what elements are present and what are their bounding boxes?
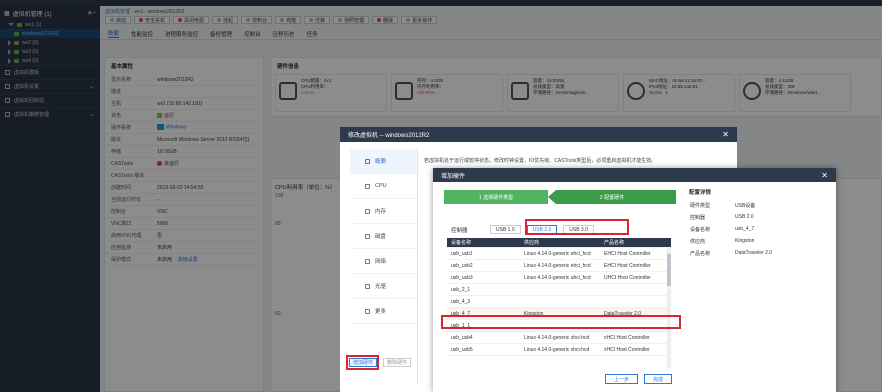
detail-row: 设备名称 usb_4_7 xyxy=(690,226,755,233)
edit-vm-nav: 概要 CPU 内存 磁盘 网络 光驱 更多 xyxy=(350,149,418,385)
table-row[interactable]: usb_usb3 Linux 4.14.0-generic uhci_hcd UHC… xyxy=(447,272,671,284)
prev-button[interactable]: 上一步 xyxy=(605,374,639,384)
nav-summary[interactable]: 概要 xyxy=(350,149,417,174)
dialog-title: 增加硬件 xyxy=(441,173,466,180)
step-select-type[interactable]: 1 选择硬件类型 xyxy=(444,190,548,204)
table-row[interactable]: usb_usb5 Linux 4.14.0-generic xhci-hcd xHC… xyxy=(447,344,671,356)
dialog-header: 修改虚拟机 -- windows2012R2 ✕ xyxy=(340,127,737,142)
table-header: 设备名称 供应商 产品名称 xyxy=(447,238,671,248)
detail-row: 控制器 USB 2.0 xyxy=(690,214,754,221)
dialog-header: 增加硬件 ✕ xyxy=(433,168,836,182)
summary-icon xyxy=(365,158,370,164)
table-row[interactable]: usb_2_1 xyxy=(447,284,671,296)
highlight-box xyxy=(441,315,681,329)
detail-row: 产品名称 DataTraveler 2.0 xyxy=(690,250,773,257)
highlight-box xyxy=(525,219,629,235)
nav-network[interactable]: 网络 xyxy=(350,249,417,274)
detail-row: 硬件类型 USB设备 xyxy=(690,202,756,209)
more-icon xyxy=(365,308,370,314)
highlight-box xyxy=(346,355,379,370)
table-scrollbar[interactable] xyxy=(667,248,671,368)
detail-title: 配置详情 xyxy=(689,190,712,196)
delete-hardware-button[interactable]: 删除硬件 xyxy=(383,358,411,367)
step-configure[interactable]: 2 配置硬件 xyxy=(548,190,676,204)
table-row[interactable]: usb_usb1 Linux 4.14.0-generic ehci_hcd EHC… xyxy=(447,248,671,260)
config-detail-panel: 配置详情 硬件类型 USB设备 控制器 USB 2.0 设备名称 usb_4_7 供应… xyxy=(687,185,827,259)
nav-disk[interactable]: 磁盘 xyxy=(350,224,417,249)
cdrom-icon xyxy=(365,283,370,289)
usb1-option[interactable]: USB 1.0 xyxy=(490,225,521,234)
dialog-description: 若虚拟机处于运行或暂停状态，修改时钟设置、IO优先级、CASTools类型后，必… xyxy=(424,158,657,164)
dialog-title: 修改虚拟机 -- windows2012R2 xyxy=(348,133,430,139)
network-icon xyxy=(365,258,370,264)
detail-row: 供应商 Kingston xyxy=(690,238,755,245)
memory-icon xyxy=(365,208,370,214)
finish-button[interactable]: 完成 xyxy=(644,374,673,384)
table-row[interactable]: usb_usb4 Linux 4.14.0-generic xhci-hcd xHC… xyxy=(447,332,671,344)
table-row[interactable]: usb_usb2 Linux 4.14.0-generic ehci_hcd EHC… xyxy=(447,260,671,272)
add-hardware-dialog: 增加硬件 ✕ 1 选择硬件类型 2 配置硬件 控制器 USB 1.0 USB 2… xyxy=(433,168,836,392)
nav-cpu[interactable]: CPU xyxy=(350,174,417,199)
table-row[interactable]: usb_4_3 xyxy=(447,296,671,308)
cpu-icon xyxy=(365,183,370,189)
disk-icon xyxy=(365,233,370,239)
dialog-footer: 上一步 完成 xyxy=(605,374,673,384)
usb-device-table: 设备名称 供应商 产品名称 usb_usb1 Linux 4.14.0-generic… xyxy=(447,238,671,356)
nav-more[interactable]: 更多 xyxy=(350,299,417,324)
close-icon[interactable]: ✕ xyxy=(821,171,828,180)
nav-cdrom[interactable]: 光驱 xyxy=(350,274,417,299)
close-icon[interactable]: ✕ xyxy=(722,130,729,139)
wizard-steps: 1 选择硬件类型 2 配置硬件 xyxy=(444,190,676,204)
nav-memory[interactable]: 内存 xyxy=(350,199,417,224)
controller-label: 控制器 xyxy=(451,227,468,234)
